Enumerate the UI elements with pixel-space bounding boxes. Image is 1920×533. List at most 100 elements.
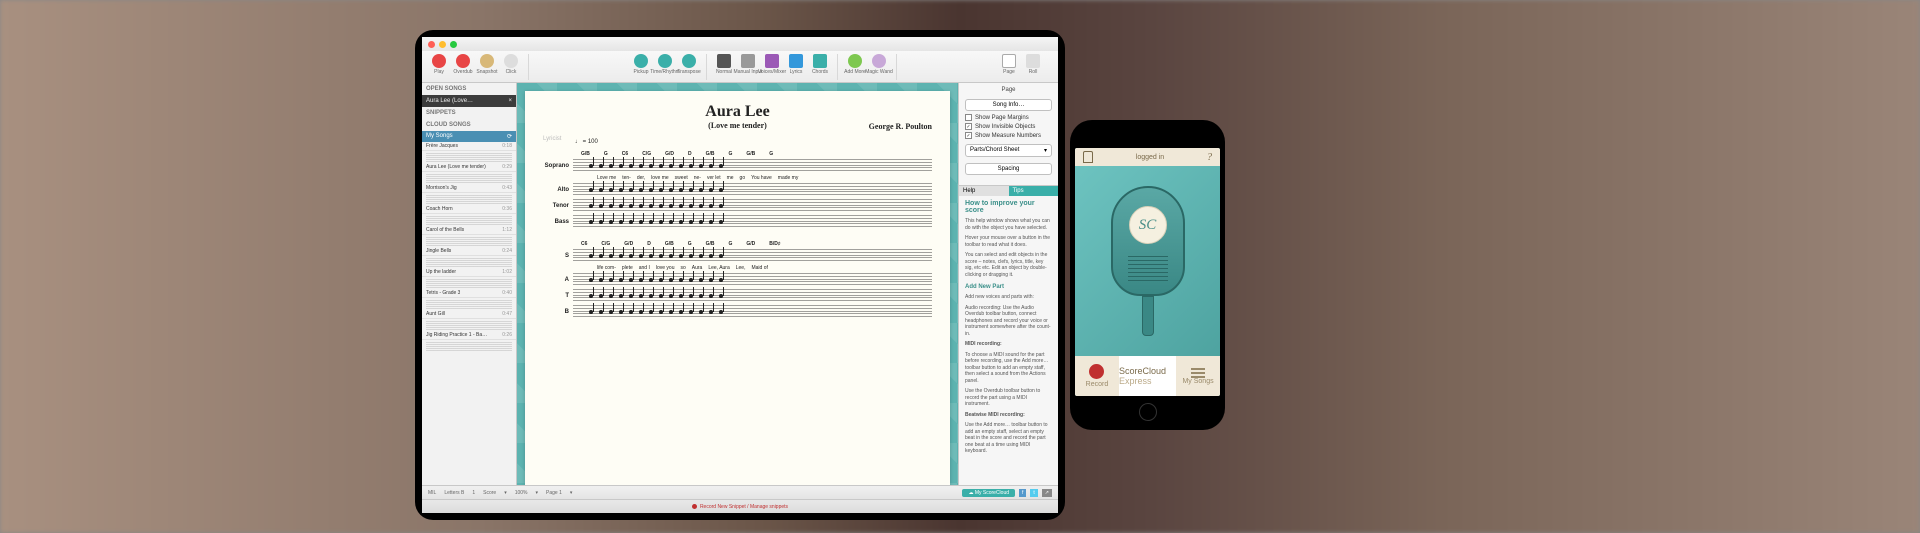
note[interactable]: [659, 220, 663, 224]
note[interactable]: [619, 220, 623, 224]
lyric-syllable[interactable]: You have: [751, 175, 772, 181]
note[interactable]: [609, 220, 613, 224]
show-margins-check[interactable]: Show Page Margins: [959, 113, 1058, 122]
facebook-icon[interactable]: f: [1019, 489, 1026, 497]
note[interactable]: [619, 278, 623, 282]
note[interactable]: [719, 310, 723, 314]
note[interactable]: [689, 294, 693, 298]
lyric-syllable[interactable]: ver let: [707, 175, 721, 181]
note[interactable]: [639, 204, 643, 208]
note[interactable]: [689, 188, 693, 192]
time-rhythm-button[interactable]: Time/Rhythm: [654, 54, 676, 80]
maximize-icon[interactable]: [450, 41, 457, 48]
close-tab-icon[interactable]: ×: [508, 98, 512, 104]
note[interactable]: [629, 188, 633, 192]
note[interactable]: [699, 164, 703, 168]
show-measure-numbers-check[interactable]: ✓Show Measure Numbers: [959, 131, 1058, 140]
click-button[interactable]: Click: [500, 54, 522, 80]
song-item[interactable]: Jig Riding Practice 1 - Bars…0:26: [422, 331, 516, 340]
lyric-syllable[interactable]: sweet: [675, 175, 688, 181]
note[interactable]: [699, 278, 703, 282]
note[interactable]: [599, 254, 603, 258]
score-area[interactable]: Lyricist Aura Lee (Love me tender) Georg…: [517, 83, 958, 485]
note[interactable]: [639, 254, 643, 258]
note[interactable]: [649, 204, 653, 208]
lyric-syllable[interactable]: me: [727, 175, 734, 181]
note[interactable]: [719, 188, 723, 192]
help-tab[interactable]: Help: [959, 186, 1009, 196]
note[interactable]: [599, 188, 603, 192]
note[interactable]: [689, 220, 693, 224]
twitter-icon[interactable]: t: [1030, 489, 1037, 497]
note[interactable]: [639, 188, 643, 192]
note[interactable]: [669, 220, 673, 224]
note[interactable]: [589, 294, 593, 298]
play-button[interactable]: Play: [428, 54, 450, 80]
note[interactable]: [649, 278, 653, 282]
note[interactable]: [709, 278, 713, 282]
note[interactable]: [619, 164, 623, 168]
note[interactable]: [589, 204, 593, 208]
note[interactable]: [679, 278, 683, 282]
note[interactable]: [629, 278, 633, 282]
lyric-syllable[interactable]: go: [740, 175, 746, 181]
note[interactable]: [659, 188, 663, 192]
note[interactable]: [649, 188, 653, 192]
staff[interactable]: Alto: [543, 183, 932, 197]
lyric-syllable[interactable]: plete: [622, 265, 633, 271]
lyric-syllable[interactable]: love me: [651, 175, 669, 181]
staff[interactable]: A: [543, 273, 932, 287]
note[interactable]: [689, 254, 693, 258]
note[interactable]: [619, 254, 623, 258]
note[interactable]: [609, 188, 613, 192]
note[interactable]: [719, 278, 723, 282]
normal-button[interactable]: Normal: [713, 54, 735, 80]
note[interactable]: [649, 164, 653, 168]
lyric-syllable[interactable]: and I: [639, 265, 650, 271]
note[interactable]: [699, 310, 703, 314]
lyrics-button[interactable]: Lyrics: [785, 54, 807, 80]
lyric-syllable[interactable]: ne-: [694, 175, 701, 181]
note[interactable]: [679, 254, 683, 258]
note[interactable]: [619, 310, 623, 314]
note[interactable]: [619, 294, 623, 298]
add-more-button[interactable]: Add More: [844, 54, 866, 80]
note[interactable]: [639, 164, 643, 168]
bottombar[interactable]: Record New Snippet / Manage snippets: [422, 499, 1058, 513]
note[interactable]: [609, 278, 613, 282]
score-title[interactable]: Aura Lee: [543, 103, 932, 121]
staff[interactable]: S: [543, 249, 932, 263]
lyric-syllable[interactable]: love you: [656, 265, 675, 271]
song-item[interactable]: Frère Jacques0:18: [422, 142, 516, 151]
chord-symbol[interactable]: G/D: [624, 241, 633, 247]
note[interactable]: [699, 294, 703, 298]
note[interactable]: [679, 310, 683, 314]
staff[interactable]: Tenor: [543, 199, 932, 213]
note[interactable]: [629, 204, 633, 208]
note[interactable]: [719, 294, 723, 298]
transpose-button[interactable]: Transpose: [678, 54, 700, 80]
song-item[interactable]: Aunt Gill0:47: [422, 310, 516, 319]
note[interactable]: [609, 164, 613, 168]
song-item[interactable]: Tetris - Grade 30:40: [422, 289, 516, 298]
note[interactable]: [659, 204, 663, 208]
magic-wand-button[interactable]: Magic Wand: [868, 54, 890, 80]
note[interactable]: [659, 254, 663, 258]
my-songs-row[interactable]: My Songs⟳: [422, 131, 516, 142]
cloud-badge[interactable]: ☁ My ScoreCloud: [962, 489, 1015, 497]
record-tab[interactable]: Record: [1075, 356, 1119, 396]
note[interactable]: [629, 164, 633, 168]
note[interactable]: [629, 254, 633, 258]
close-icon[interactable]: [428, 41, 435, 48]
note[interactable]: [709, 220, 713, 224]
chord-symbol[interactable]: G: [769, 151, 773, 157]
chord-symbol[interactable]: D: [647, 241, 651, 247]
note[interactable]: [719, 204, 723, 208]
song-item[interactable]: Coach Horn0:36: [422, 205, 516, 214]
status-zoom[interactable]: 100%: [515, 490, 528, 496]
note[interactable]: [679, 294, 683, 298]
note[interactable]: [669, 278, 673, 282]
manual-input-button[interactable]: Manual Input: [737, 54, 759, 80]
note[interactable]: [669, 254, 673, 258]
note[interactable]: [599, 294, 603, 298]
